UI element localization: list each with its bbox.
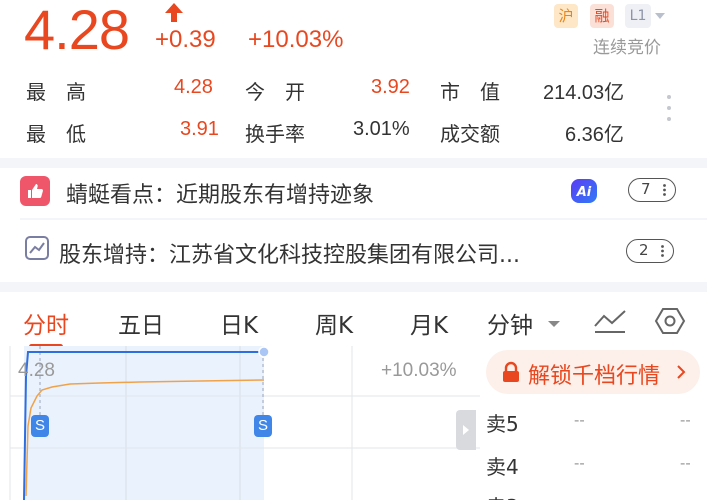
open-value: 3.92 [371,76,410,98]
turnover-value: 3.01% [353,118,410,140]
volume-label: 成交额 [440,122,500,146]
shareholder-news-text[interactable]: 股东增持：江苏省文化科技控股集团有限公司... [59,237,520,269]
open-label: 今 开 [245,80,305,104]
ask-level-label: 卖5 [486,412,519,436]
row-divider [20,218,707,220]
thumbs-up-icon [20,176,50,206]
high-label: 最 高 [26,80,86,104]
svg-text:Ai: Ai [576,185,592,200]
chevron-down-icon[interactable] [547,319,561,329]
tab-weekly-k[interactable]: 周K [315,306,353,340]
chevron-right-icon [677,365,686,379]
settings-icon[interactable] [654,306,686,336]
chart-max-price: 4.28 [18,360,55,381]
quote-level-badge[interactable]: L1 [625,4,651,28]
insight-count-pill[interactable]: 7 [628,178,676,202]
tab-daily-k[interactable]: 日K [220,306,258,340]
insight-count: 7 [641,180,651,198]
trading-status: 连续竞价 [593,38,661,58]
order-book-collapse-handle[interactable] [456,410,476,450]
trade-marker-s[interactable]: S [31,415,49,437]
price-line-endpoint [258,346,270,358]
ai-assistant-icon[interactable]: Ai [570,178,598,204]
tab-five-day[interactable]: 五日 [118,306,164,340]
ask-price: -- [574,412,585,429]
chevron-right-icon [463,425,469,435]
chevron-down-icon[interactable] [655,12,665,20]
unlock-depth-label[interactable]: 解锁千档行情 [528,358,660,390]
news-count-pill[interactable]: 2 [626,239,674,263]
ask-price: -- [574,455,585,472]
price-change: +0.39 [155,26,216,53]
chart-max-percent: +10.03% [381,360,457,381]
trade-marker-s[interactable]: S [254,415,272,437]
high-value: 4.28 [174,76,213,98]
trend-chart-icon [25,236,49,260]
more-dots-icon [661,245,664,257]
tab-intraday[interactable]: 分时 [23,306,69,340]
tab-monthly-k[interactable]: 月K [410,306,448,340]
market-cap-label: 市 值 [440,80,500,104]
up-arrow-icon [165,3,183,22]
low-value: 3.91 [180,118,219,140]
chart-highlight-region [24,346,264,500]
insight-text[interactable]: 蜻蜓看点：近期股东有增持迹象 [66,177,374,209]
current-price: 4.28 [24,0,130,61]
ask-level-label: 卖4 [486,455,519,479]
section-divider [0,282,707,292]
more-dots-icon [663,184,666,196]
low-label: 最 低 [26,122,86,146]
volume-value: 6.36亿 [565,124,624,146]
shanghai-market-badge: 沪 [554,4,578,28]
ask-volume: -- [680,412,691,429]
ask-volume: -- [680,455,691,472]
market-cap-value: 214.03亿 [543,82,625,104]
news-count: 2 [639,241,649,259]
ask-level-label: 卖3 [486,491,519,500]
margin-trading-badge: 融 [590,4,614,28]
drawing-tool-icon[interactable] [592,306,628,336]
section-divider [0,158,707,168]
turnover-label: 换手率 [245,122,305,146]
tab-minute[interactable]: 分钟 [487,306,533,340]
price-change-percent: +10.03% [248,26,344,53]
lock-icon [503,361,519,382]
more-vertical-icon[interactable] [666,94,672,122]
